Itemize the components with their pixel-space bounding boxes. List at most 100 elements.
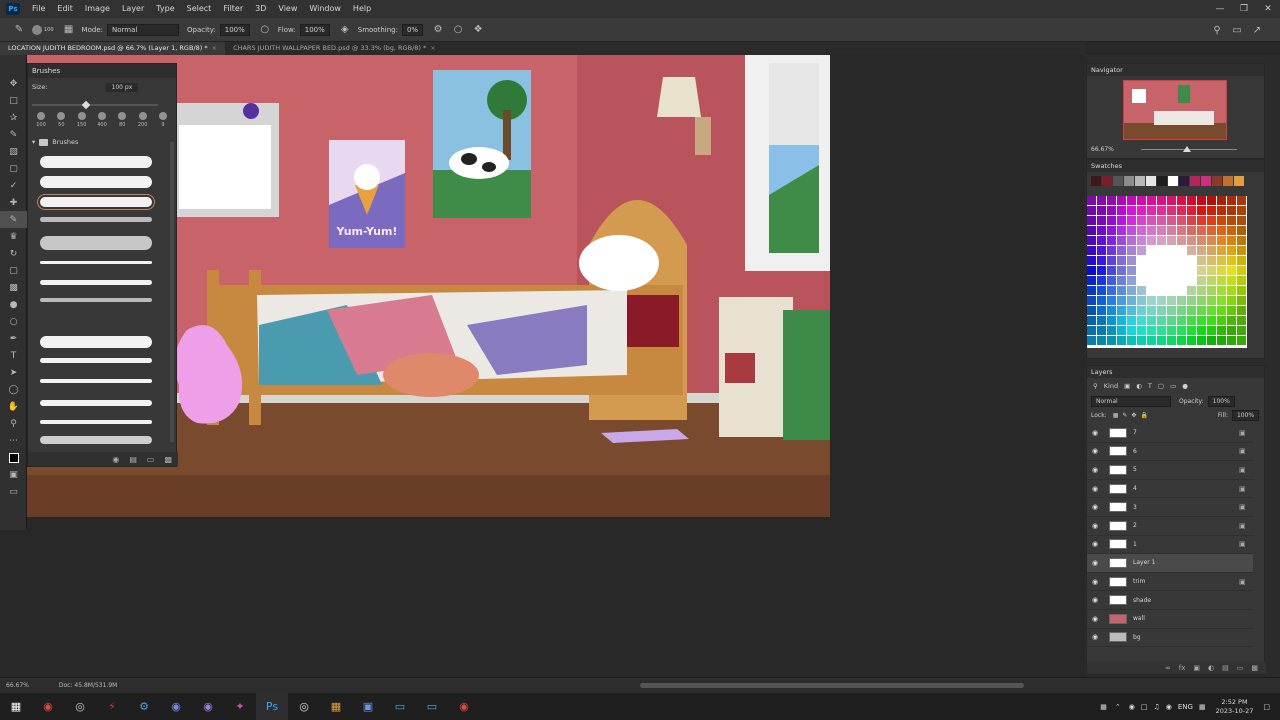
swatch[interactable] xyxy=(1157,176,1167,186)
tab-wallpaper[interactable]: CHARS JUDITH WALLPAPER BED.psd @ 33.3% (… xyxy=(225,42,444,55)
zoom-tool-icon[interactable]: ⚲ xyxy=(0,415,27,432)
more-tools-icon[interactable]: ⋯ xyxy=(0,432,27,449)
lock-pixels-icon[interactable]: ✎ xyxy=(1122,412,1127,419)
brush-size-field[interactable]: 100 px xyxy=(105,82,139,92)
smoothing-settings-gear-icon[interactable]: ⚙ xyxy=(431,23,445,37)
chrome-icon[interactable]: ◉ xyxy=(448,693,480,720)
visibility-eye-icon[interactable]: ◉ xyxy=(1087,633,1103,641)
swatch[interactable] xyxy=(1135,176,1145,186)
menu-image[interactable]: Image xyxy=(79,0,116,18)
symmetry-icon[interactable]: ❖ xyxy=(471,23,485,37)
brush-preset[interactable]: 200 xyxy=(134,112,152,134)
swatch[interactable] xyxy=(1113,176,1123,186)
marquee-tool-icon[interactable]: □ xyxy=(0,92,27,109)
layer-opacity-field[interactable]: 100% xyxy=(1207,395,1235,407)
eyedropper-tool-icon[interactable]: ✓ xyxy=(0,177,27,194)
healing-tool-icon[interactable]: ✚ xyxy=(0,194,27,211)
status-zoom[interactable]: 66.67% xyxy=(6,682,29,689)
menu-type[interactable]: Type xyxy=(150,0,180,18)
app-icon[interactable]: ▦ xyxy=(320,693,352,720)
smoothing-field[interactable]: 0% xyxy=(401,23,424,36)
visibility-eye-icon[interactable]: ◉ xyxy=(1087,447,1103,455)
app-icon[interactable]: ▭ xyxy=(384,693,416,720)
app-icon[interactable]: ◎ xyxy=(64,693,96,720)
tray-app-icon[interactable]: ◉ xyxy=(1166,703,1172,711)
discord-icon[interactable]: ◉ xyxy=(160,693,192,720)
dodge-tool-icon[interactable]: ○ xyxy=(0,313,27,330)
layer-row[interactable]: ◉ 1 ▣ xyxy=(1087,536,1253,555)
visibility-eye-icon[interactable]: ◉ xyxy=(1087,596,1103,604)
brush-size-slider[interactable] xyxy=(32,104,158,106)
new-group-folder-icon[interactable]: ▤ xyxy=(129,455,137,464)
move-tool-icon[interactable]: ✥ xyxy=(0,75,27,92)
delete-trash-icon[interactable]: ▩ xyxy=(1251,664,1258,672)
clock[interactable]: 2:52 PM 2023-10-27 xyxy=(1216,698,1254,716)
brush-stroke-preview[interactable] xyxy=(40,236,152,250)
menu-3d[interactable]: 3D xyxy=(249,0,272,18)
share-icon[interactable]: ↗ xyxy=(1250,23,1264,37)
layer-row[interactable]: ◉ shade xyxy=(1087,591,1253,610)
gradient-tool-icon[interactable]: ▩ xyxy=(0,279,27,296)
type-filter-icon[interactable]: T xyxy=(1148,382,1152,390)
visibility-eye-icon[interactable]: ◉ xyxy=(1087,429,1103,437)
brush-view-icon[interactable]: ◉ xyxy=(112,455,119,464)
search-icon[interactable]: ⚲ xyxy=(1093,382,1098,390)
quick-select-tool-icon[interactable]: ✎ xyxy=(0,126,27,143)
photoshop-taskbar-icon[interactable]: Ps xyxy=(256,693,288,720)
brush-preset[interactable]: 9 xyxy=(154,112,172,134)
tray-app-icon[interactable]: ▦ xyxy=(1199,703,1206,711)
chevron-down-icon[interactable]: ▾ xyxy=(32,138,35,146)
adjustment-layer-icon[interactable]: ◐ xyxy=(1208,664,1214,672)
blur-tool-icon[interactable]: ● xyxy=(0,296,27,313)
layer-row[interactable]: ◉ 6 ▣ xyxy=(1087,443,1253,462)
history-brush-icon[interactable]: ↻ xyxy=(0,245,27,262)
layer-row[interactable]: ◉ wall xyxy=(1087,610,1253,629)
brushes-folder[interactable]: ▾ Brushes xyxy=(32,138,78,146)
windows-start-icon[interactable]: ▦ xyxy=(0,693,32,720)
navigator-thumbnail[interactable] xyxy=(1123,80,1227,140)
opacity-field[interactable]: 100% xyxy=(219,23,250,36)
menu-edit[interactable]: Edit xyxy=(51,0,79,18)
brush-stroke-preview[interactable] xyxy=(40,400,152,406)
swatch[interactable] xyxy=(1234,176,1244,186)
minimize-icon[interactable]: — xyxy=(1208,0,1232,18)
shape-tool-icon[interactable]: ◯ xyxy=(0,381,27,398)
brush-stroke-preview[interactable] xyxy=(40,261,152,264)
app-icon[interactable]: ⚡ xyxy=(96,693,128,720)
visibility-eye-icon[interactable]: ◉ xyxy=(1087,578,1103,586)
color-swatch-icon[interactable] xyxy=(0,449,27,466)
new-layer-icon[interactable]: ▭ xyxy=(1237,664,1244,672)
app-icon[interactable]: ◉ xyxy=(192,693,224,720)
navigator-zoom-knob[interactable] xyxy=(1183,146,1191,152)
tab-close-icon[interactable]: × xyxy=(430,44,435,52)
visibility-eye-icon[interactable]: ◉ xyxy=(1087,540,1103,548)
notification-icon[interactable]: □ xyxy=(1263,703,1270,711)
horizontal-scrollbar[interactable] xyxy=(640,683,1024,688)
brush-preset[interactable]: 400 xyxy=(93,112,111,134)
app-icon[interactable]: ✦ xyxy=(224,693,256,720)
brush-tool-icon[interactable]: ✎ xyxy=(0,211,27,228)
brush-settings-icon[interactable]: ▦ xyxy=(62,23,76,37)
swatch[interactable] xyxy=(1190,176,1200,186)
swatch[interactable] xyxy=(1201,176,1211,186)
swatch[interactable] xyxy=(1212,176,1222,186)
visibility-eye-icon[interactable]: ◉ xyxy=(1087,503,1103,511)
airbrush-icon[interactable]: ◈ xyxy=(338,23,352,37)
layer-row[interactable]: ◉ 5 ▣ xyxy=(1087,461,1253,480)
path-select-tool-icon[interactable]: ➤ xyxy=(0,364,27,381)
brush-stroke-preview[interactable] xyxy=(40,280,152,285)
hand-tool-icon[interactable]: ✋ xyxy=(0,398,27,415)
brush-preset[interactable]: 150 xyxy=(73,112,91,134)
stamp-tool-icon[interactable]: ♛ xyxy=(0,228,27,245)
swatch[interactable] xyxy=(1146,176,1156,186)
layer-kind-filter[interactable]: Kind xyxy=(1104,382,1118,390)
image-filter-icon[interactable]: ▣ xyxy=(1124,382,1130,390)
menu-layer[interactable]: Layer xyxy=(116,0,150,18)
delete-trash-icon[interactable]: ▩ xyxy=(164,455,172,464)
lock-transparency-icon[interactable]: ▦ xyxy=(1113,412,1119,419)
brush-preset[interactable]: 80 xyxy=(113,112,131,134)
fx-icon[interactable]: fx xyxy=(1179,664,1186,672)
swatch[interactable] xyxy=(1223,176,1233,186)
brush-preset[interactable]: 100 xyxy=(32,112,50,134)
color-wheel-swatches[interactable] xyxy=(1087,196,1247,348)
